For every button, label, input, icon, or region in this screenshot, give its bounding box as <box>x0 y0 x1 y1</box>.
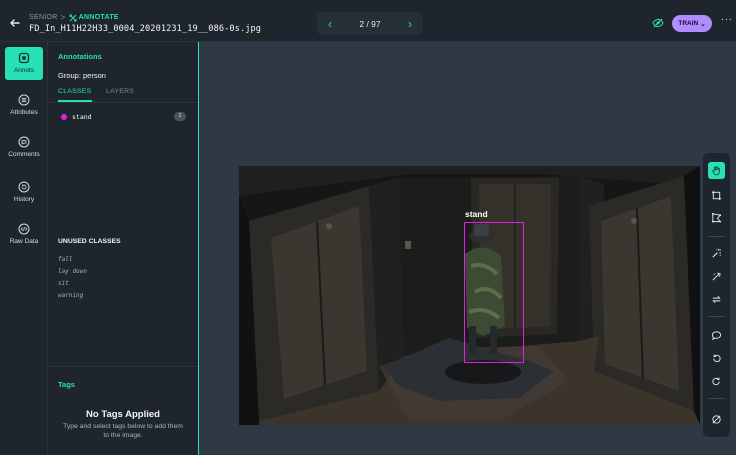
tags-title: Tags <box>58 380 75 389</box>
more-options-icon[interactable]: ··· <box>721 14 733 25</box>
list-icon <box>18 94 30 106</box>
annotation-canvas[interactable]: stand <box>199 42 736 455</box>
rail-item-comments[interactable]: Comments <box>0 136 48 158</box>
comment-icon <box>18 136 30 148</box>
toolbar-divider <box>708 316 725 317</box>
breadcrumb: SENIOR > ANNOTATE <box>29 13 119 22</box>
breadcrumb-project[interactable]: SENIOR <box>29 14 58 21</box>
back-arrow-icon[interactable] <box>8 16 22 30</box>
breadcrumb-current: ANNOTATE <box>69 14 119 22</box>
panel-tabs: CLASSES LAYERS <box>58 88 196 102</box>
rail-item-label: Attributes <box>10 109 38 116</box>
panel-title: Annotations <box>58 52 102 61</box>
rail-item-label: History <box>13 196 35 203</box>
unused-class-item[interactable]: sit <box>58 280 87 292</box>
rail-item-label: Annots <box>13 67 35 74</box>
image-counter: 2 / 97 <box>359 18 381 29</box>
image-pager: ‹ 2 / 97 › <box>317 12 423 35</box>
convert-icon[interactable] <box>708 291 725 308</box>
bounding-box-stand[interactable] <box>464 222 524 363</box>
train-button-label: TRAIN <box>678 20 699 27</box>
image-filename: FD_In_H11H22H33_0004_20201231_19__086-0s… <box>29 24 262 34</box>
comment-icon[interactable] <box>708 327 725 344</box>
chevron-right-icon[interactable]: › <box>405 18 415 30</box>
magic-wand-icon[interactable] <box>708 245 725 262</box>
annotation-icon <box>18 52 30 64</box>
annotate-icon <box>69 14 77 21</box>
hide-icon[interactable] <box>708 411 725 428</box>
unused-class-item[interactable]: fall <box>58 256 87 268</box>
top-bar: SENIOR > ANNOTATE FD_In_H11H22H33_0004_2… <box>0 0 736 42</box>
bbox-label: stand <box>465 209 488 219</box>
rail-item-raw-data[interactable]: Raw Data <box>0 223 48 245</box>
undo-icon[interactable] <box>708 350 725 367</box>
no-tags-title: No Tags Applied <box>86 409 160 420</box>
history-icon <box>18 181 30 193</box>
left-rail: Annots Attributes Comments History Raw D… <box>0 42 48 455</box>
toolbar-divider <box>708 236 725 237</box>
rail-item-label: Raw Data <box>9 238 39 245</box>
class-item-stand[interactable]: stand 1 <box>58 112 186 122</box>
breadcrumb-separator: > <box>60 13 66 22</box>
code-icon <box>18 223 30 235</box>
class-count-badge: 1 <box>174 112 186 121</box>
eye-off-icon[interactable] <box>652 17 664 29</box>
unused-class-item[interactable]: lay down <box>58 268 87 280</box>
redo-icon[interactable] <box>708 373 725 390</box>
pan-hand-icon[interactable] <box>708 162 725 179</box>
polygon-icon[interactable] <box>708 209 725 226</box>
annotations-panel: Annotations Group: person CLASSES LAYERS… <box>48 42 199 455</box>
breadcrumb-current-label: ANNOTATE <box>78 14 119 21</box>
chevron-left-icon[interactable]: ‹ <box>325 18 335 30</box>
rail-item-history[interactable]: History <box>0 181 48 203</box>
rail-item-attributes[interactable]: Attributes <box>0 94 48 116</box>
no-tags-hint: Type and select tags below to add them t… <box>63 423 183 439</box>
unused-class-item[interactable]: warning <box>58 292 87 304</box>
rail-item-annots[interactable]: Annots <box>5 47 43 80</box>
bounding-box-icon[interactable] <box>708 187 725 204</box>
unused-classes-title: UNUSED CLASSES <box>58 238 121 245</box>
divider <box>48 102 198 103</box>
toolbar-divider <box>708 398 725 399</box>
divider <box>48 366 198 367</box>
rail-item-label: Comments <box>8 151 40 158</box>
tool-bar <box>703 153 730 437</box>
group-label: Group: person <box>58 71 106 80</box>
smart-select-icon[interactable] <box>708 268 725 285</box>
class-name: stand <box>72 113 92 121</box>
tab-classes[interactable]: CLASSES <box>58 88 91 95</box>
chevron-down-icon: ⌄ <box>700 20 706 28</box>
train-button[interactable]: TRAIN ⌄ <box>672 15 712 32</box>
class-color-dot <box>61 114 67 120</box>
unused-classes-list: fall lay down sit warning <box>58 256 87 304</box>
tab-layers[interactable]: LAYERS <box>106 88 134 95</box>
